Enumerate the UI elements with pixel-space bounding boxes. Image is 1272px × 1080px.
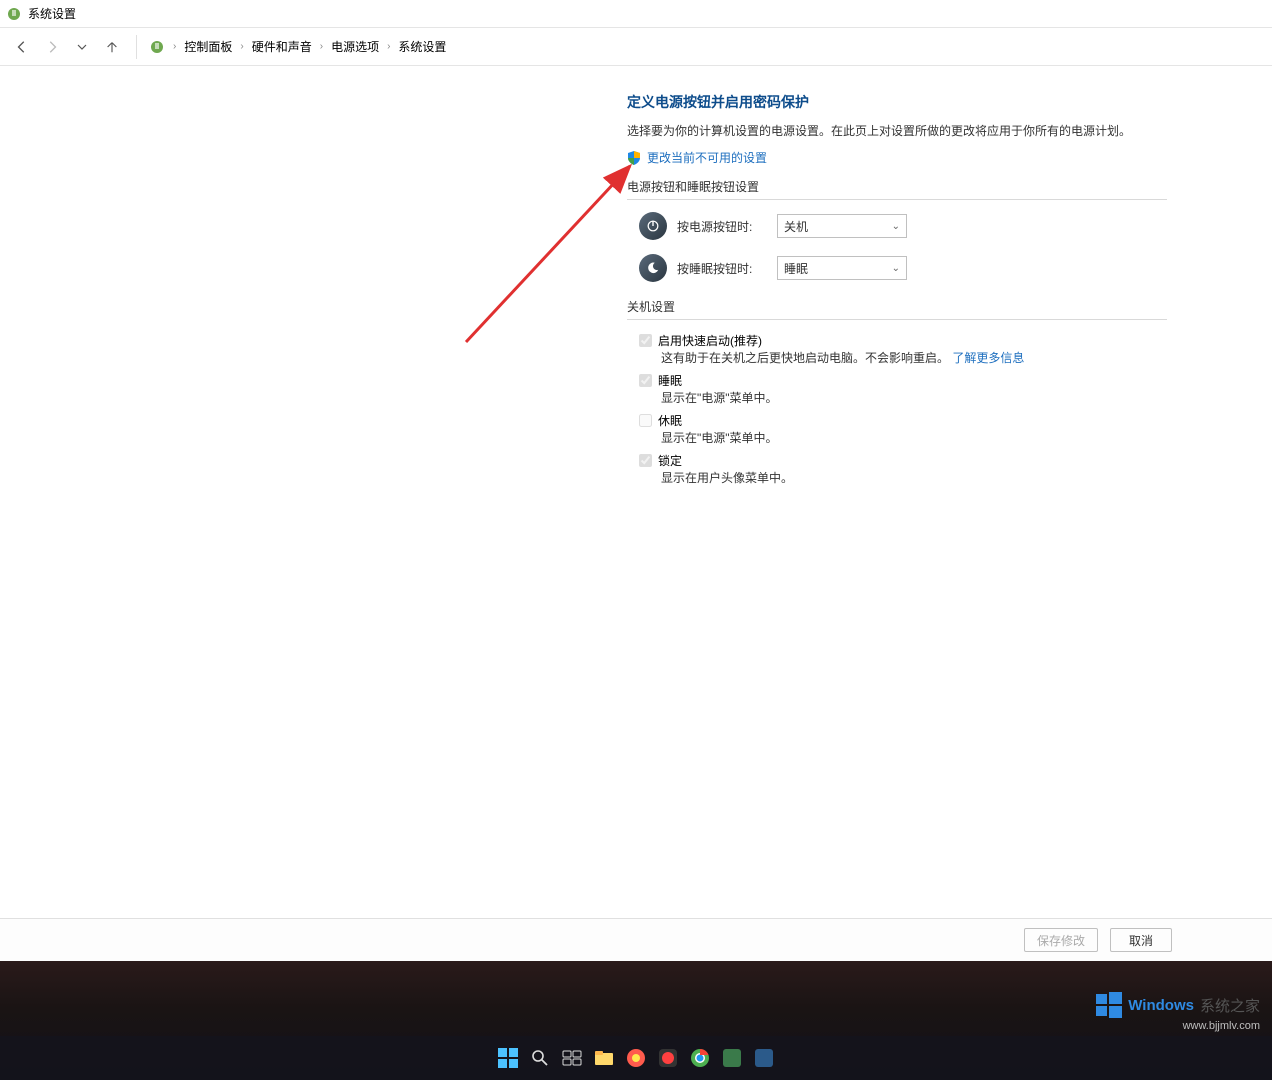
sleep-button-label: 按睡眠按钮时: — [677, 260, 767, 277]
power-button-label: 按电源按钮时: — [677, 218, 767, 235]
change-unavailable-settings-link[interactable]: 更改当前不可用的设置 — [647, 149, 767, 166]
watermark-brand-en: Windows — [1128, 997, 1194, 1014]
chevron-right-icon: › — [173, 41, 176, 52]
power-button-action-dropdown[interactable]: 关机 ⌄ — [777, 214, 907, 238]
task-view-button[interactable] — [559, 1045, 585, 1071]
lock-description: 显示在用户头像菜单中。 — [661, 469, 1167, 486]
search-button[interactable] — [527, 1045, 553, 1071]
chevron-right-icon: › — [240, 41, 243, 52]
page-title: 定义电源按钮并启用密码保护 — [627, 92, 1167, 112]
sleep-checkbox[interactable] — [639, 374, 652, 387]
fast-startup-label: 启用快速启动(推荐) — [658, 332, 762, 349]
sleep-description: 显示在"电源"菜单中。 — [661, 389, 1167, 406]
fast-startup-desc-text: 这有助于在关机之后更快地启动电脑。不会影响重启。 — [661, 351, 949, 365]
sleep-label: 睡眠 — [658, 372, 682, 389]
taskbar-app-chrome[interactable] — [687, 1045, 713, 1071]
hibernate-checkbox[interactable] — [639, 414, 652, 427]
recent-dropdown-button[interactable] — [70, 35, 94, 59]
lock-item: 锁定 显示在用户头像菜单中。 — [639, 452, 1167, 486]
content-panel: 定义电源按钮并启用密码保护 选择要为你的计算机设置的电源设置。在此页上对设置所做… — [627, 92, 1167, 492]
main-content-area: 定义电源按钮并启用密码保护 选择要为你的计算机设置的电源设置。在此页上对设置所做… — [0, 66, 1272, 918]
hibernate-label: 休眠 — [658, 412, 682, 429]
dialog-button-bar: 保存修改 取消 — [0, 918, 1272, 961]
taskbar — [0, 1036, 1272, 1080]
title-bar: 系统设置 — [0, 0, 1272, 28]
watermark: Windows 系统之家 www.bjjmlv.com — [1096, 992, 1260, 1032]
taskbar-app-generic1[interactable] — [719, 1045, 745, 1071]
shield-icon — [627, 151, 641, 165]
power-button-row: 按电源按钮时: 关机 ⌄ — [639, 212, 1167, 240]
window-icon — [6, 6, 22, 22]
hibernate-description: 显示在"电源"菜单中。 — [661, 429, 1167, 446]
sleep-button-action-dropdown[interactable]: 睡眠 ⌄ — [777, 256, 907, 280]
watermark-brand-zh: 系统之家 — [1200, 995, 1260, 1016]
watermark-url: www.bjjmlv.com — [1096, 1020, 1260, 1032]
navigation-bar: › 控制面板 › 硬件和声音 › 电源选项 › 系统设置 — [0, 28, 1272, 66]
sleep-icon — [639, 254, 667, 282]
cancel-button[interactable]: 取消 — [1110, 928, 1172, 952]
breadcrumb-power-options[interactable]: 电源选项 — [327, 36, 383, 57]
back-button[interactable] — [10, 35, 34, 59]
breadcrumb-system-settings[interactable]: 系统设置 — [394, 36, 450, 57]
chevron-right-icon: › — [320, 41, 323, 52]
taskbar-app-generic2[interactable] — [751, 1045, 777, 1071]
page-description: 选择要为你的计算机设置的电源设置。在此页上对设置所做的更改将应用于你所有的电源计… — [627, 122, 1167, 139]
sleep-button-row: 按睡眠按钮时: 睡眠 ⌄ — [639, 254, 1167, 282]
power-button-action-value: 关机 — [784, 218, 808, 235]
nav-separator — [136, 35, 137, 59]
up-button[interactable] — [100, 35, 124, 59]
sleep-button-action-value: 睡眠 — [784, 260, 808, 277]
change-unavailable-settings-row: 更改当前不可用的设置 — [627, 149, 1167, 166]
lock-checkbox[interactable] — [639, 454, 652, 467]
fast-startup-checkbox[interactable] — [639, 334, 652, 347]
chevron-down-icon: ⌄ — [892, 221, 900, 232]
desktop-strip: Windows 系统之家 www.bjjmlv.com — [0, 961, 1272, 1080]
taskbar-app-music[interactable] — [655, 1045, 681, 1071]
power-icon — [639, 212, 667, 240]
taskbar-app-explorer[interactable] — [591, 1045, 617, 1071]
power-sleep-buttons-header: 电源按钮和睡眠按钮设置 — [627, 178, 1167, 200]
windows-logo-icon — [1096, 992, 1122, 1018]
sleep-item: 睡眠 显示在"电源"菜单中。 — [639, 372, 1167, 406]
chevron-down-icon: ⌄ — [892, 263, 900, 274]
breadcrumb-hardware-sound[interactable]: 硬件和声音 — [248, 36, 316, 57]
fast-startup-item: 启用快速启动(推荐) 这有助于在关机之后更快地启动电脑。不会影响重启。 了解更多… — [639, 332, 1167, 366]
hibernate-item: 休眠 显示在"电源"菜单中。 — [639, 412, 1167, 446]
start-button[interactable] — [495, 1045, 521, 1071]
shutdown-settings-group: 启用快速启动(推荐) 这有助于在关机之后更快地启动电脑。不会影响重启。 了解更多… — [639, 332, 1167, 486]
learn-more-link[interactable]: 了解更多信息 — [952, 351, 1024, 365]
shutdown-settings-header: 关机设置 — [627, 298, 1167, 320]
breadcrumb-control-panel[interactable]: 控制面板 — [180, 36, 236, 57]
taskbar-app-browser1[interactable] — [623, 1045, 649, 1071]
address-icon — [149, 39, 165, 55]
chevron-right-icon: › — [387, 41, 390, 52]
breadcrumb: › 控制面板 › 硬件和声音 › 电源选项 › 系统设置 — [173, 36, 450, 57]
forward-button[interactable] — [40, 35, 64, 59]
save-changes-button[interactable]: 保存修改 — [1024, 928, 1098, 952]
lock-label: 锁定 — [658, 452, 682, 469]
window-title: 系统设置 — [28, 5, 76, 22]
watermark-title: Windows 系统之家 — [1096, 992, 1260, 1018]
fast-startup-description: 这有助于在关机之后更快地启动电脑。不会影响重启。 了解更多信息 — [661, 349, 1167, 366]
